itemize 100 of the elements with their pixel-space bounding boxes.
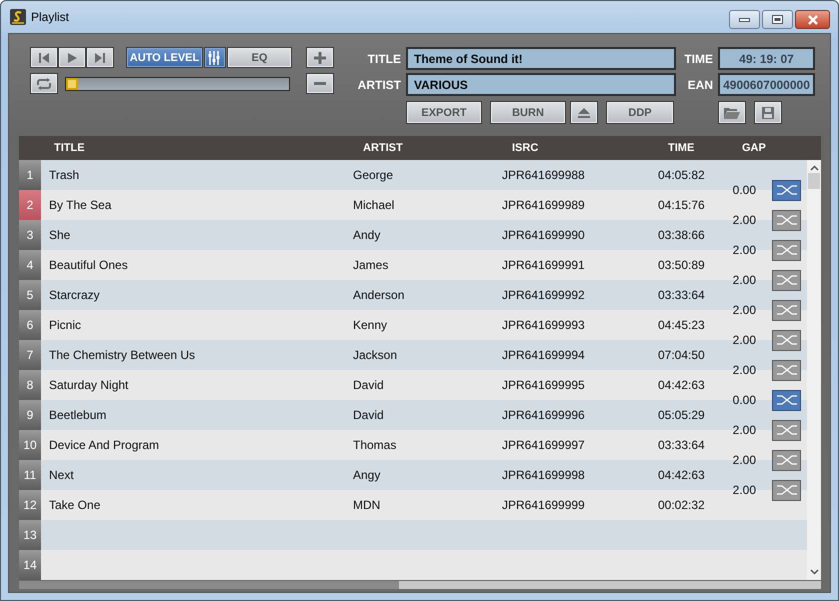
column-header[interactable]: TITLE: [54, 142, 363, 154]
plus-icon: [314, 52, 326, 64]
crossfade-button[interactable]: [772, 450, 801, 470]
track-isrc: JPR641699988: [502, 168, 585, 182]
track-artist: MDN: [353, 498, 380, 512]
repeat-button[interactable]: [30, 73, 58, 94]
track-isrc: JPR641699994: [502, 348, 585, 362]
scrollbar-thumb[interactable]: [19, 581, 399, 589]
title-field[interactable]: Theme of Sound it!: [406, 47, 676, 70]
track-artist: Kenny: [353, 318, 388, 332]
next-button[interactable]: [86, 47, 114, 68]
track-title: The Chemistry Between Us: [49, 348, 196, 362]
track-time: 04:05:82: [658, 168, 705, 182]
track-artist: Michael: [353, 198, 394, 212]
maximize-button[interactable]: [762, 10, 793, 29]
field-label: TIME: [684, 52, 713, 66]
column-header[interactable]: ISRC: [512, 142, 668, 154]
track-isrc: JPR641699996: [502, 408, 585, 422]
mixer-button[interactable]: [204, 47, 226, 68]
track-title: Picnic: [49, 318, 82, 332]
track-artist: James: [353, 258, 388, 272]
crossfade-button[interactable]: [772, 360, 801, 380]
column-header[interactable]: TIME: [668, 142, 742, 154]
add-button[interactable]: [306, 47, 334, 68]
track-artist: Thomas: [353, 438, 396, 452]
track-isrc: JPR641699998: [502, 468, 585, 482]
action-button[interactable]: EXPORT: [406, 101, 482, 124]
crossfade-icon: [776, 275, 796, 285]
crossfade-button[interactable]: [772, 390, 801, 410]
crossfade-icon: [776, 245, 796, 255]
row-number: 3: [19, 220, 41, 250]
row-number: 4: [19, 250, 41, 280]
scroll-down-icon[interactable]: [810, 569, 818, 575]
time-field[interactable]: 49: 19: 07: [718, 47, 815, 70]
close-button[interactable]: [795, 10, 830, 29]
ean-field[interactable]: 4900607000000: [718, 73, 815, 96]
toggle-button[interactable]: AUTO LEVEL: [126, 47, 203, 68]
remove-button[interactable]: [306, 73, 334, 94]
toggle-button[interactable]: EQ: [227, 47, 292, 68]
track-time: 04:42:63: [658, 468, 705, 482]
track-title: Take One: [49, 498, 100, 512]
track-row[interactable]: 13: [19, 520, 807, 550]
track-artist: Andy: [353, 228, 380, 242]
field-label: ARTIST: [358, 78, 401, 92]
crossfade-button[interactable]: [772, 270, 801, 290]
row-number: 13: [19, 520, 41, 550]
track-isrc: JPR641699989: [502, 198, 585, 212]
crossfade-button[interactable]: [772, 180, 801, 200]
row-number: 8: [19, 370, 41, 400]
track-time: 00:02:32: [658, 498, 705, 512]
slider-thumb[interactable]: [66, 78, 78, 90]
previous-button[interactable]: [30, 47, 58, 68]
row-number: 5: [19, 280, 41, 310]
eject-button[interactable]: [570, 101, 598, 124]
track-isrc: JPR641699992: [502, 288, 585, 302]
folder-icon: [724, 106, 740, 118]
track-title: Beautiful Ones: [49, 258, 128, 272]
track-row[interactable]: 14: [19, 550, 807, 580]
row-number: 2: [19, 190, 41, 220]
app-icon: [10, 9, 26, 25]
crossfade-icon: [776, 305, 796, 315]
crossfade-button[interactable]: [772, 480, 801, 500]
track-title: Device And Program: [49, 438, 160, 452]
crossfade-button[interactable]: [772, 420, 801, 440]
column-header[interactable]: ARTIST: [363, 142, 512, 154]
track-time: 04:42:63: [658, 378, 705, 392]
track-time: 03:50:89: [658, 258, 705, 272]
track-isrc: JPR641699995: [502, 378, 585, 392]
track-time: 03:33:64: [658, 288, 705, 302]
save-button[interactable]: [754, 101, 782, 124]
window-title: Playlist: [31, 10, 70, 24]
scroll-up-icon[interactable]: [810, 165, 818, 171]
scrollbar-thumb[interactable]: [808, 173, 820, 189]
action-button[interactable]: DDP: [606, 101, 674, 124]
play-button[interactable]: [58, 47, 86, 68]
track-isrc: JPR641699993: [502, 318, 585, 332]
position-slider[interactable]: [65, 76, 290, 90]
track-artist: David: [353, 378, 384, 392]
crossfade-button[interactable]: [772, 330, 801, 350]
row-number: 1: [19, 160, 41, 190]
crossfade-button[interactable]: [772, 210, 801, 230]
crossfade-icon: [776, 335, 796, 345]
artist-field[interactable]: VARIOUS: [406, 73, 676, 96]
minimize-button[interactable]: [729, 10, 760, 29]
track-title: She: [49, 228, 70, 242]
crossfade-icon: [776, 425, 796, 435]
close-icon: [806, 14, 818, 24]
open-button[interactable]: [718, 101, 746, 124]
crossfade-icon: [776, 485, 796, 495]
track-isrc: JPR641699991: [502, 258, 585, 272]
play-icon: [66, 52, 78, 64]
track-artist: David: [353, 408, 384, 422]
track-time: 03:33:64: [658, 438, 705, 452]
previous-icon: [38, 52, 50, 64]
action-button[interactable]: BURN: [490, 101, 566, 124]
crossfade-button[interactable]: [772, 300, 801, 320]
column-header[interactable]: GAP: [742, 142, 821, 154]
mixer-icon: [208, 50, 222, 64]
row-number: 9: [19, 400, 41, 430]
crossfade-button[interactable]: [772, 240, 801, 260]
